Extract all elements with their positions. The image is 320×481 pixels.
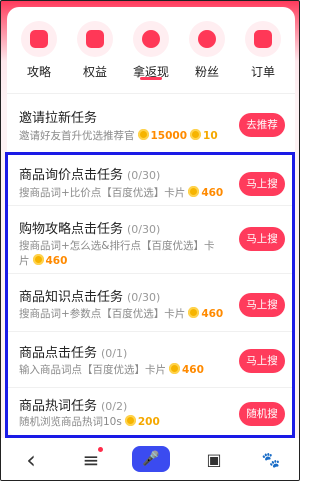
- task-title: 邀请拉新任务: [19, 111, 98, 126]
- back-arrow-icon[interactable]: ‹: [11, 438, 51, 480]
- category-guide[interactable]: 攻略: [11, 21, 67, 80]
- menu-icon[interactable]: ≡: [71, 438, 111, 480]
- search-now-button[interactable]: 马上搜: [239, 349, 285, 373]
- category-row: 攻略 权益 拿返现 粉丝 订单: [7, 21, 295, 91]
- coin-icon: [190, 129, 202, 140]
- task-progress: (0/2): [101, 400, 128, 413]
- category-label: 粉丝: [194, 65, 219, 79]
- task-progress: (0/30): [127, 291, 161, 304]
- random-search-button[interactable]: 随机搜: [239, 402, 285, 426]
- category-label: 权益: [82, 65, 107, 79]
- paw-icon[interactable]: 🐾: [251, 438, 291, 480]
- crown-icon: [77, 21, 113, 57]
- reward-value: 460: [201, 308, 224, 320]
- category-benefits[interactable]: 权益: [67, 21, 123, 80]
- recommend-button[interactable]: 去推荐: [239, 113, 285, 137]
- category-fans[interactable]: 粉丝: [179, 21, 235, 80]
- task-title-text: 购物攻略点击任务: [19, 222, 124, 237]
- task-desc: 搜商品词+参数点【百度优选】卡片 460: [19, 307, 224, 322]
- task-title: 商品知识点击任务 (0/30): [19, 286, 160, 305]
- reward-value: 460: [45, 255, 68, 267]
- task-desc-text: 邀请好友首升优选推荐官: [19, 130, 135, 142]
- coin-icon: [188, 307, 200, 318]
- reward-value: 460: [201, 187, 224, 199]
- task-row: 购物攻略点击任务 (0/30) 搜商品词+怎么选&排行点【百度优选】卡片 460 马…: [7, 205, 295, 273]
- task-progress: (0/1): [101, 347, 128, 360]
- category-orders[interactable]: 订单: [235, 21, 291, 80]
- category-label: 订单: [250, 65, 275, 79]
- search-now-button[interactable]: 马上搜: [239, 293, 285, 317]
- task-title: 商品询价点击任务 (0/30): [19, 164, 160, 183]
- cashback-icon: [133, 21, 169, 57]
- task-desc-text: 搜商品词+参数点【百度优选】卡片: [19, 308, 186, 320]
- task-row: 商品热词任务 (0/2) 随机浏览商品热词10s 200 随机搜: [7, 387, 295, 437]
- task-title: 购物攻略点击任务 (0/30): [19, 218, 160, 237]
- reward-value: 200: [137, 416, 160, 428]
- task-desc-text: 输入商品词点【百度优选】卡片: [19, 364, 166, 376]
- task-desc-text: 随机浏览商品热词10s: [19, 416, 122, 428]
- reward-value: 460: [182, 364, 204, 376]
- task-title: 商品热词任务 (0/2): [19, 395, 127, 414]
- task-row: 商品知识点击任务 (0/30) 搜商品词+参数点【百度优选】卡片 460 马上搜: [7, 273, 295, 331]
- reward-value: 15000: [150, 130, 188, 142]
- reward-value: 10: [203, 130, 218, 142]
- bottom-nav: ‹ ≡ 🎤 ▣ 🐾: [1, 438, 299, 480]
- task-title-text: 商品询价点击任务: [19, 168, 124, 183]
- coin-icon: [169, 363, 180, 374]
- coin-icon: [137, 129, 149, 140]
- task-desc: 邀请好友首升优选推荐官 15000 10: [19, 129, 224, 144]
- task-progress: (0/30): [127, 169, 161, 182]
- order-list-icon: [245, 21, 281, 57]
- invite-task: 邀请拉新任务 邀请好友首升优选推荐官 15000 10 去推荐: [7, 93, 295, 153]
- coin-icon: [124, 415, 136, 426]
- task-desc: 随机浏览商品热词10s 200: [19, 415, 224, 430]
- search-now-button[interactable]: 马上搜: [239, 227, 285, 251]
- task-desc: 搜商品词+怎么选&排行点【百度优选】卡片 460: [19, 239, 224, 269]
- category-label: 攻略: [26, 65, 51, 79]
- active-tab-indicator: [140, 77, 162, 80]
- task-title-text: 商品知识点击任务: [19, 290, 124, 305]
- coin-icon: [32, 254, 44, 265]
- task-desc-text: 搜商品词+比价点【百度优选】卡片: [19, 187, 186, 199]
- tasks-card: 攻略 权益 拿返现 粉丝 订单 邀请拉新任务 邀请好友首升优选推荐官 15000…: [7, 7, 295, 437]
- tabs-icon[interactable]: ▣: [194, 438, 234, 480]
- fans-avatar-icon: [189, 21, 225, 57]
- task-row: 商品点击任务 (0/1) 输入商品词点【百度优选】卡片 460 马上搜: [7, 331, 295, 387]
- task-title: 商品点击任务 (0/1): [19, 342, 127, 361]
- task-progress: (0/30): [127, 223, 161, 236]
- category-cashback[interactable]: 拿返现: [123, 21, 179, 80]
- notification-dot: [98, 447, 103, 452]
- microphone-icon[interactable]: 🎤: [132, 446, 170, 472]
- task-desc: 搜商品词+比价点【百度优选】卡片 460: [19, 186, 224, 201]
- task-title-text: 商品热词任务: [19, 399, 98, 414]
- app-frame: 攻略 权益 拿返现 粉丝 订单 邀请拉新任务 邀请好友首升优选推荐官 15000…: [0, 0, 300, 481]
- task-desc: 输入商品词点【百度优选】卡片 460: [19, 363, 224, 378]
- video-play-icon: [21, 21, 57, 57]
- search-now-button[interactable]: 马上搜: [239, 172, 285, 196]
- task-title-text: 商品点击任务: [19, 346, 98, 361]
- coin-icon: [188, 186, 200, 197]
